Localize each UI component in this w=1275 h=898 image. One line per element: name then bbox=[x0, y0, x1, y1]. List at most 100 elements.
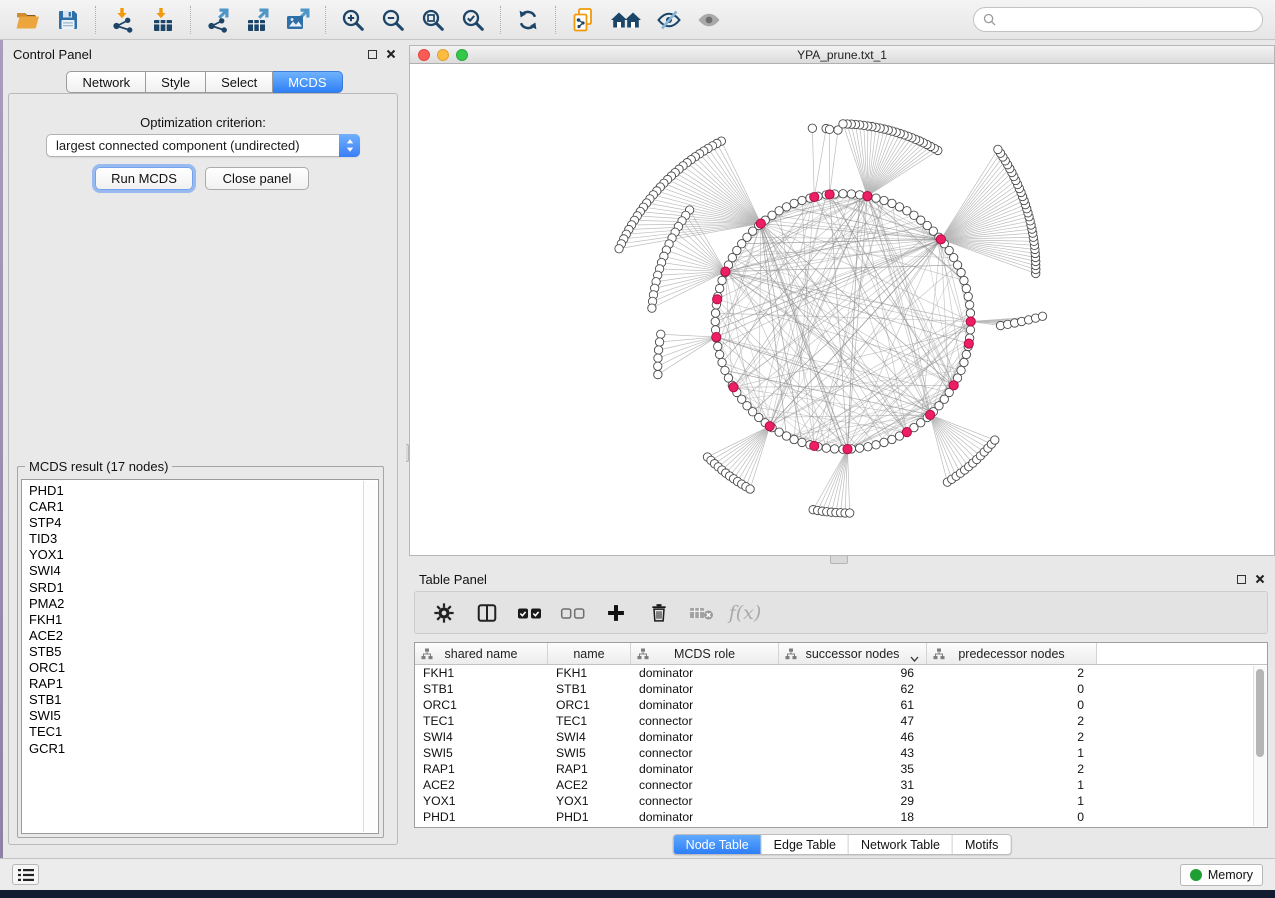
network-graph[interactable] bbox=[410, 64, 1274, 555]
table-row[interactable]: PHD1 PHD1 dominator 18 0 bbox=[415, 809, 1267, 825]
gear-icon[interactable] bbox=[431, 602, 457, 624]
delete-table-icon-disabled bbox=[689, 604, 715, 622]
cell-predecessor-nodes: 2 bbox=[927, 714, 1097, 728]
table-scrollbar-thumb[interactable] bbox=[1256, 669, 1264, 757]
column-header[interactable]: shared name bbox=[415, 643, 548, 664]
table-panel-title: Table Panel bbox=[419, 572, 487, 587]
column-header[interactable]: name bbox=[548, 643, 631, 664]
cell-shared-name: ORC1 bbox=[415, 698, 548, 712]
table-panel-tab[interactable]: Node Table bbox=[674, 835, 762, 854]
import-network-icon[interactable] bbox=[103, 4, 143, 36]
table-row[interactable]: YOX1 YOX1 connector 29 1 bbox=[415, 793, 1267, 809]
select-all-icon[interactable] bbox=[517, 604, 543, 622]
cell-name: SWI5 bbox=[548, 746, 631, 760]
mcds-result-item[interactable]: TID3 bbox=[29, 531, 378, 547]
table-row[interactable]: STB1 STB1 dominator 62 0 bbox=[415, 681, 1267, 697]
float-panel-icon[interactable] bbox=[368, 50, 377, 59]
zoom-fit-icon[interactable] bbox=[413, 4, 453, 36]
table-row[interactable]: RAP1 RAP1 dominator 35 2 bbox=[415, 761, 1267, 777]
import-table-icon[interactable] bbox=[143, 4, 183, 36]
mcds-result-item[interactable]: ORC1 bbox=[29, 660, 378, 676]
save-session-icon[interactable] bbox=[48, 4, 88, 36]
control-panel-tab[interactable]: Style bbox=[146, 71, 206, 93]
zoom-in-icon[interactable] bbox=[333, 4, 373, 36]
table-row[interactable]: SWI4 SWI4 dominator 46 2 bbox=[415, 729, 1267, 745]
mcds-result-item[interactable]: SRD1 bbox=[29, 580, 378, 596]
mcds-result-item[interactable]: RAP1 bbox=[29, 676, 378, 692]
column-header[interactable]: MCDS role bbox=[631, 643, 779, 664]
hide-selected-icon[interactable] bbox=[649, 4, 689, 36]
cell-name: TEC1 bbox=[548, 714, 631, 728]
table-row[interactable]: ACE2 ACE2 connector 31 1 bbox=[415, 777, 1267, 793]
hierarchy-icon bbox=[421, 648, 433, 663]
search-input[interactable] bbox=[1002, 13, 1253, 27]
close-panel-icon[interactable] bbox=[386, 49, 396, 59]
mcds-result-list[interactable]: PHD1CAR1STP4TID3YOX1SWI4SRD1PMA2FKH1ACE2… bbox=[21, 479, 379, 834]
houses-icon[interactable] bbox=[603, 4, 649, 36]
hierarchy-icon bbox=[785, 648, 797, 663]
mcds-result-item[interactable]: TEC1 bbox=[29, 724, 378, 740]
column-header[interactable]: successor nodes bbox=[779, 643, 927, 664]
table-row[interactable]: FKH1 FKH1 dominator 96 2 bbox=[415, 665, 1267, 681]
mcds-result-item[interactable]: CAR1 bbox=[29, 499, 378, 515]
mcds-result-item[interactable]: STB1 bbox=[29, 692, 378, 708]
table-scrollbar[interactable] bbox=[1253, 666, 1266, 826]
table-row[interactable]: SWI5 SWI5 connector 43 1 bbox=[415, 745, 1267, 761]
control-panel-tab[interactable]: MCDS bbox=[273, 71, 342, 93]
table-row[interactable]: TEC1 TEC1 connector 47 2 bbox=[415, 713, 1267, 729]
split-columns-icon[interactable] bbox=[474, 602, 500, 624]
mcds-result-item[interactable]: YOX1 bbox=[29, 547, 378, 563]
control-panel-tab[interactable]: Network bbox=[66, 71, 146, 93]
cell-shared-name: SWI5 bbox=[415, 746, 548, 760]
add-column-icon[interactable] bbox=[603, 603, 629, 623]
table-panel-tab[interactable]: Motifs bbox=[953, 835, 1010, 854]
mcds-result-item[interactable]: STP4 bbox=[29, 515, 378, 531]
mcds-result-item[interactable]: GCR1 bbox=[29, 741, 378, 757]
column-header-label: predecessor nodes bbox=[958, 647, 1064, 661]
table-panel-tab[interactable]: Network Table bbox=[849, 835, 953, 854]
control-panel: Control Panel NetworkStyleSelectMCDS Opt… bbox=[3, 40, 406, 858]
criterion-dropdown-value: largest connected component (undirected) bbox=[56, 138, 300, 153]
sort-desc-icon[interactable] bbox=[910, 651, 919, 665]
deselect-all-icon[interactable] bbox=[560, 604, 586, 622]
memory-label: Memory bbox=[1208, 868, 1253, 882]
mcds-list-scrollbar[interactable] bbox=[363, 481, 377, 832]
mcds-result-item[interactable]: SWI5 bbox=[29, 708, 378, 724]
cell-shared-name: TEC1 bbox=[415, 714, 548, 728]
float-panel-icon[interactable] bbox=[1237, 575, 1246, 584]
open-file-icon[interactable] bbox=[8, 4, 48, 36]
horizontal-split-handle[interactable] bbox=[830, 555, 848, 564]
column-header[interactable]: predecessor nodes bbox=[927, 643, 1097, 664]
hierarchy-icon bbox=[637, 648, 649, 663]
clone-network-icon[interactable] bbox=[563, 4, 603, 36]
close-panel-button[interactable]: Close panel bbox=[205, 167, 309, 190]
function-builder-icon-disabled: f(x) bbox=[732, 602, 758, 624]
show-all-icon[interactable] bbox=[689, 4, 729, 36]
mcds-result-item[interactable]: FKH1 bbox=[29, 612, 378, 628]
memory-button[interactable]: Memory bbox=[1180, 864, 1263, 886]
zoom-out-icon[interactable] bbox=[373, 4, 413, 36]
mcds-result-item[interactable]: STB5 bbox=[29, 644, 378, 660]
close-panel-icon[interactable] bbox=[1255, 574, 1265, 584]
mcds-result-item[interactable]: PHD1 bbox=[29, 483, 378, 499]
refresh-icon[interactable] bbox=[508, 4, 548, 36]
table-row[interactable]: ORC1 ORC1 dominator 61 0 bbox=[415, 697, 1267, 713]
control-panel-tab[interactable]: Select bbox=[206, 71, 273, 93]
criterion-dropdown[interactable]: largest connected component (undirected) bbox=[46, 134, 360, 157]
network-canvas[interactable] bbox=[410, 64, 1274, 555]
zoom-selected-icon[interactable] bbox=[453, 4, 493, 36]
export-image-icon[interactable] bbox=[278, 4, 318, 36]
delete-icon[interactable] bbox=[646, 602, 672, 623]
mcds-result-item[interactable]: PMA2 bbox=[29, 596, 378, 612]
cell-mcds-role: connector bbox=[631, 714, 779, 728]
export-table-icon[interactable] bbox=[238, 4, 278, 36]
run-mcds-button[interactable]: Run MCDS bbox=[95, 167, 193, 190]
mcds-result-item[interactable]: SWI4 bbox=[29, 563, 378, 579]
export-network-icon[interactable] bbox=[198, 4, 238, 36]
table-panel-tab[interactable]: Edge Table bbox=[762, 835, 849, 854]
cell-predecessor-nodes: 2 bbox=[927, 666, 1097, 680]
mcds-result-item[interactable]: ACE2 bbox=[29, 628, 378, 644]
cell-successor-nodes: 61 bbox=[779, 698, 927, 712]
mcds-result-groupbox: MCDS result (17 nodes) PHD1CAR1STP4TID3Y… bbox=[17, 466, 384, 838]
task-history-icon[interactable] bbox=[12, 864, 39, 885]
